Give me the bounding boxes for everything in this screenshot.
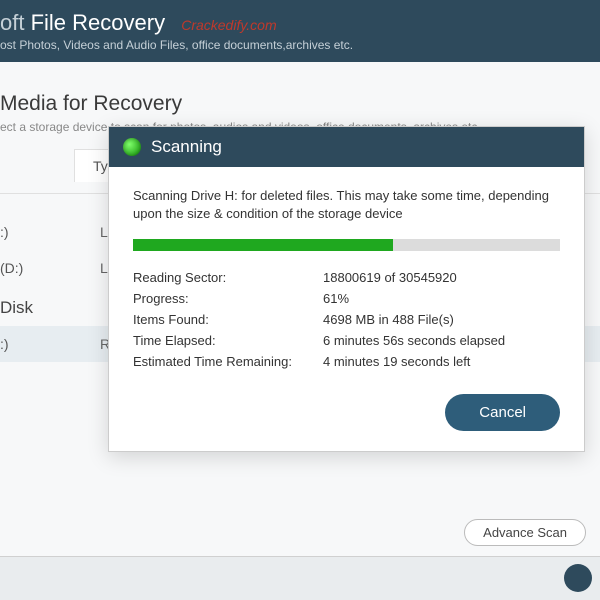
footer-orb-icon [564, 564, 592, 592]
dialog-footer: Cancel [109, 390, 584, 451]
stat-value: 4698 MB in 488 File(s) [323, 312, 454, 327]
stat-label: Reading Sector: [133, 270, 323, 285]
advance-scan-button[interactable]: Advance Scan [464, 519, 586, 546]
drive-name: :) [0, 336, 100, 352]
stat-label: Items Found: [133, 312, 323, 327]
stat-value: 18800619 of 30545920 [323, 270, 457, 285]
dialog-body: Scanning Drive H: for deleted files. Thi… [109, 167, 584, 390]
stat-value: 4 minutes 19 seconds left [323, 354, 470, 369]
page-title: Media for Recovery [0, 92, 600, 116]
app-header: oft File Recovery Crackedify.com ost Pho… [0, 0, 600, 62]
app-title: oft File Recovery Crackedify.com [0, 10, 600, 36]
stat-label: Progress: [133, 291, 323, 306]
drive-name: (D:) [0, 260, 100, 276]
drive-name: :) [0, 224, 100, 240]
stat-label: Estimated Time Remaining: [133, 354, 323, 369]
scanning-dialog: Scanning Scanning Drive H: for deleted f… [108, 126, 585, 452]
footer-bar [0, 556, 600, 600]
watermark-text: Crackedify.com [181, 17, 276, 33]
stat-row-sector: Reading Sector: 18800619 of 30545920 [133, 267, 560, 288]
cancel-button[interactable]: Cancel [445, 394, 560, 431]
title-prefix: oft [0, 10, 24, 35]
scan-stats: Reading Sector: 18800619 of 30545920 Pro… [133, 267, 560, 372]
title-main: File Recovery [31, 10, 165, 35]
progress-fill [133, 239, 393, 251]
status-orb-icon [123, 138, 141, 156]
progress-bar [133, 239, 560, 251]
stat-row-progress: Progress: 61% [133, 288, 560, 309]
dialog-header: Scanning [109, 127, 584, 167]
dialog-title: Scanning [151, 137, 222, 157]
stat-value: 61% [323, 291, 349, 306]
scan-message: Scanning Drive H: for deleted files. Thi… [133, 187, 560, 223]
stat-label: Time Elapsed: [133, 333, 323, 348]
stat-row-items: Items Found: 4698 MB in 488 File(s) [133, 309, 560, 330]
header-subtitle: ost Photos, Videos and Audio Files, offi… [0, 38, 600, 52]
stat-row-elapsed: Time Elapsed: 6 minutes 56s seconds elap… [133, 330, 560, 351]
stat-value: 6 minutes 56s seconds elapsed [323, 333, 505, 348]
stat-row-remaining: Estimated Time Remaining: 4 minutes 19 s… [133, 351, 560, 372]
